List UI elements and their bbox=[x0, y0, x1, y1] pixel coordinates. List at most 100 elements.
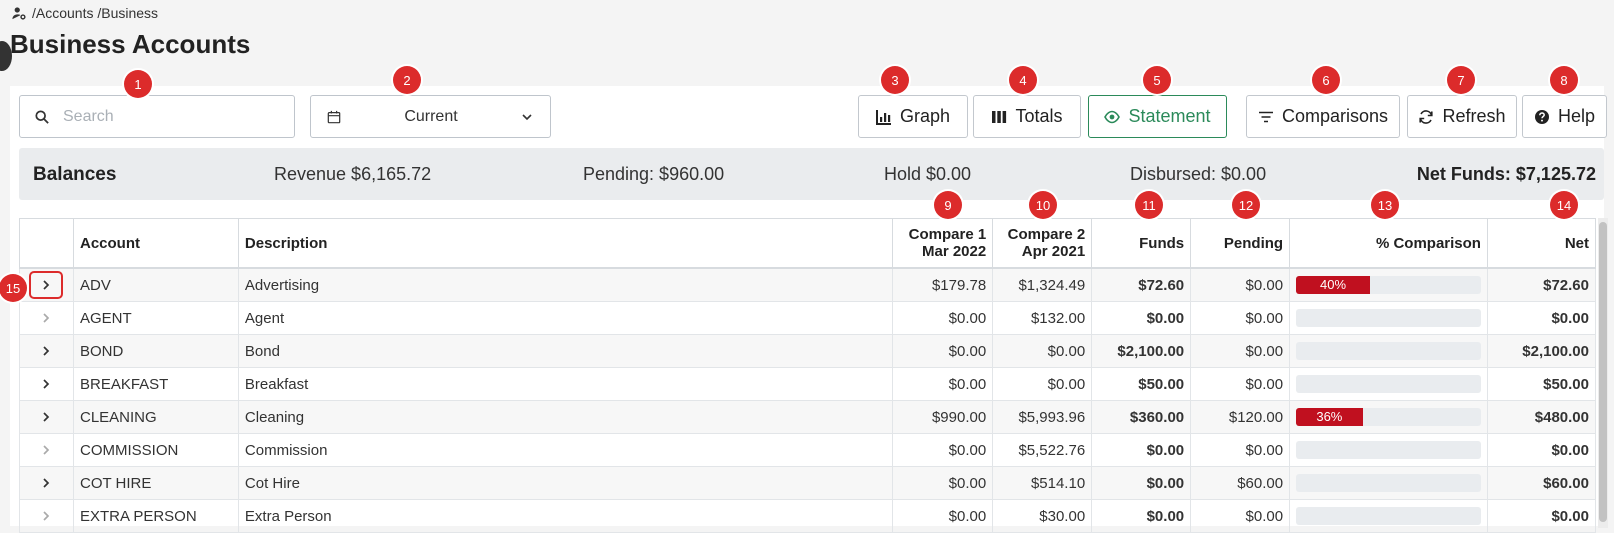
search-icon bbox=[35, 109, 49, 124]
pending-column-header[interactable]: Pending bbox=[1190, 218, 1291, 269]
graph-button[interactable]: Graph bbox=[858, 95, 968, 138]
chevron-right-icon bbox=[43, 280, 50, 290]
comparison-bar bbox=[1296, 309, 1481, 327]
expand-row-button[interactable] bbox=[29, 370, 63, 398]
compare1-cell: $0.00 bbox=[892, 367, 994, 401]
table-row[interactable]: BREAKFAST Breakfast $0.00 $0.00 $50.00 $0.00 $… bbox=[19, 367, 1597, 401]
help-icon bbox=[1534, 109, 1549, 124]
table-row[interactable]: AGENT Agent $0.00 $132.00 $0.00 $0.00 $0.00 bbox=[19, 301, 1597, 335]
account-cell: ADV bbox=[72, 267, 239, 302]
funds-cell: $72.60 bbox=[1091, 267, 1192, 302]
chevron-down-icon bbox=[522, 113, 532, 120]
bar-chart-icon bbox=[875, 109, 891, 125]
comparison-cell bbox=[1289, 301, 1488, 335]
expand-row-button[interactable] bbox=[29, 436, 63, 464]
expand-column-header bbox=[19, 218, 74, 269]
net-cell: $2,100.00 bbox=[1486, 334, 1597, 368]
annotation-badge: 7 bbox=[1447, 66, 1475, 94]
search-box[interactable] bbox=[19, 95, 295, 138]
annotation-badge: 3 bbox=[881, 66, 909, 94]
net-column-header[interactable]: Net bbox=[1486, 218, 1597, 269]
funds-cell: $0.00 bbox=[1091, 499, 1192, 533]
page-title: Business Accounts bbox=[10, 29, 251, 59]
table-row[interactable]: CLEANING Cleaning $990.00 $5,993.96 $360.00 $… bbox=[19, 400, 1597, 434]
compare1-cell: $0.00 bbox=[892, 334, 994, 368]
compare1-column-header[interactable]: Compare 1 Mar 2022 bbox=[892, 218, 994, 269]
comparisons-button[interactable]: Comparisons bbox=[1246, 95, 1400, 138]
expand-cell bbox=[19, 334, 74, 368]
expand-cell bbox=[19, 301, 74, 335]
comparison-cell bbox=[1289, 334, 1488, 368]
comparison-column-header[interactable]: % Comparison bbox=[1289, 218, 1488, 269]
chevron-right-icon bbox=[43, 346, 50, 356]
compare1-cell: $179.78 bbox=[892, 267, 994, 302]
net-cell: $50.00 bbox=[1486, 367, 1597, 401]
statement-button[interactable]: Statement bbox=[1088, 95, 1227, 138]
filter-icon bbox=[1258, 111, 1273, 122]
funds-column-header[interactable]: Funds bbox=[1091, 218, 1192, 269]
help-button[interactable]: Help bbox=[1522, 95, 1607, 138]
chevron-right-icon bbox=[43, 379, 50, 389]
table-body: ADV Advertising $179.78 $1,324.49 $72.60 $0.0… bbox=[19, 267, 1597, 533]
help-label: Help bbox=[1557, 106, 1596, 126]
disbursed-total: Disbursed: $0.00 bbox=[1130, 164, 1267, 184]
pending-cell: $0.00 bbox=[1190, 367, 1291, 401]
table-row[interactable]: EXTRA PERSON Extra Person $0.00 $30.00 $0.00… bbox=[19, 499, 1597, 533]
table-row[interactable]: BOND Bond $0.00 $0.00 $2,100.00 $0.00 $2,100.0… bbox=[19, 334, 1597, 368]
comparison-bar-fill: 40% bbox=[1296, 276, 1371, 294]
account-cell: COMMISSION bbox=[72, 433, 239, 467]
table-row[interactable]: COMMISSION Commission $0.00 $5,522.76 $0.00 $… bbox=[19, 433, 1597, 467]
expand-cell bbox=[19, 400, 74, 434]
funds-cell: $2,100.00 bbox=[1091, 334, 1192, 368]
funds-cell: $360.00 bbox=[1091, 400, 1192, 434]
funds-cell: $0.00 bbox=[1091, 301, 1192, 335]
pending-cell: $0.00 bbox=[1190, 334, 1291, 368]
comparison-cell bbox=[1289, 433, 1488, 467]
annotation-badge: 2 bbox=[393, 66, 421, 94]
scrollbar-thumb[interactable] bbox=[1599, 222, 1607, 522]
totals-button[interactable]: Totals bbox=[973, 95, 1081, 138]
refresh-button[interactable]: Refresh bbox=[1407, 95, 1517, 138]
description-cell: Agent bbox=[237, 301, 894, 335]
pending-cell: $0.00 bbox=[1190, 267, 1291, 302]
expand-cell bbox=[19, 433, 74, 467]
statement-label: Statement bbox=[1128, 106, 1211, 126]
comparison-bar: 36% bbox=[1296, 408, 1481, 426]
compare1-cell: $0.00 bbox=[892, 433, 994, 467]
compare2-cell: $30.00 bbox=[992, 499, 1093, 533]
expand-row-button[interactable] bbox=[29, 271, 64, 299]
description-cell: Breakfast bbox=[237, 367, 894, 401]
graph-label: Graph bbox=[899, 106, 951, 126]
comparison-bar: 40% bbox=[1296, 276, 1481, 294]
period-select[interactable]: Current bbox=[310, 95, 551, 138]
description-column-header[interactable]: Description bbox=[237, 218, 894, 269]
compare2-cell: $0.00 bbox=[992, 367, 1093, 401]
chevron-right-icon bbox=[43, 511, 50, 521]
compare1-header-line2: Mar 2022 bbox=[921, 243, 987, 260]
table-row[interactable]: ADV Advertising $179.78 $1,324.49 $72.60 $0.0… bbox=[19, 267, 1597, 302]
compare2-cell: $1,324.49 bbox=[992, 267, 1093, 302]
compare2-column-header[interactable]: Compare 2 Apr 2021 bbox=[992, 218, 1093, 269]
expand-row-button[interactable] bbox=[29, 502, 63, 530]
comparison-bar-fill: 36% bbox=[1296, 408, 1363, 426]
account-cell: AGENT bbox=[72, 301, 239, 335]
pending-total: Pending: $960.00 bbox=[583, 164, 725, 184]
pending-cell: $120.00 bbox=[1190, 400, 1291, 434]
description-cell: Cot Hire bbox=[237, 466, 894, 500]
table-scrollbar[interactable] bbox=[1598, 218, 1608, 528]
search-input[interactable] bbox=[61, 106, 265, 127]
table-header-row: Account Description Compare 1 Mar 2022 C… bbox=[19, 218, 1597, 269]
hold-total: Hold $0.00 bbox=[884, 164, 972, 184]
expand-row-button[interactable] bbox=[29, 304, 63, 332]
expand-row-button[interactable] bbox=[29, 337, 63, 365]
breadcrumb-path[interactable]: /Accounts /Business bbox=[32, 5, 158, 21]
balances-label: Balances bbox=[33, 164, 117, 185]
breadcrumb: /Accounts /Business bbox=[12, 5, 158, 21]
account-column-header[interactable]: Account bbox=[72, 218, 239, 269]
comparison-bar bbox=[1296, 441, 1481, 459]
table-row[interactable]: COT HIRE Cot Hire $0.00 $514.10 $0.00 $60.00 $… bbox=[19, 466, 1597, 500]
expand-row-button[interactable] bbox=[29, 469, 63, 497]
annotation-badge: 6 bbox=[1312, 66, 1340, 94]
expand-cell bbox=[19, 267, 74, 302]
expand-row-button[interactable] bbox=[29, 403, 63, 431]
